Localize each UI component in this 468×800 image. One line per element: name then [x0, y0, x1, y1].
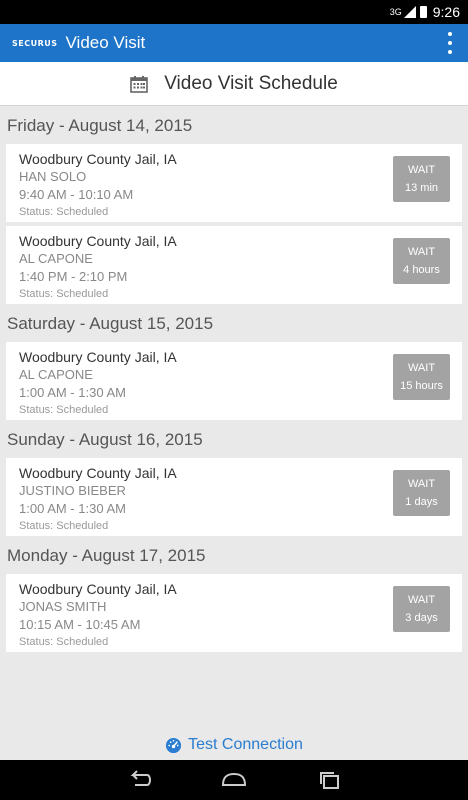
- network-type: 3G: [389, 7, 402, 17]
- visit-status: Status: Scheduled: [19, 288, 109, 300]
- wait-label: WAIT: [407, 478, 436, 490]
- system-nav-bar: [0, 760, 468, 800]
- wait-value: 3 days: [405, 612, 438, 624]
- app-title: Video Visit: [65, 33, 146, 52]
- visit-card[interactable]: Woodbury County Jail, IA JUSTINO BIEBER …: [6, 458, 462, 536]
- wait-label: WAIT: [407, 246, 436, 258]
- wait-value: 4 hours: [403, 264, 440, 276]
- back-icon[interactable]: [123, 769, 153, 791]
- overflow-menu-icon[interactable]: [446, 32, 454, 54]
- wait-value: 1 days: [405, 496, 438, 508]
- wait-label: WAIT: [407, 594, 436, 606]
- visit-card[interactable]: Woodbury County Jail, IA AL CAPONE 1:00 …: [6, 342, 462, 420]
- wait-button[interactable]: WAIT 3 days: [393, 586, 450, 632]
- page-header: Video Visit Schedule: [0, 62, 468, 106]
- wait-button[interactable]: WAIT 15 hours: [393, 354, 450, 400]
- wait-value: 15 hours: [400, 380, 443, 392]
- schedule-list: Friday - August 14, 2015 Woodbury County…: [0, 106, 468, 652]
- day-header: Saturday - August 15, 2015: [7, 314, 214, 333]
- wait-button[interactable]: WAIT 4 hours: [393, 238, 450, 284]
- visit-status: Status: Scheduled: [19, 636, 109, 648]
- day-header: Friday - August 14, 2015: [7, 116, 193, 135]
- wait-label: WAIT: [407, 164, 436, 176]
- battery-icon: [419, 6, 427, 18]
- visit-card[interactable]: Woodbury County Jail, IA JONAS SMITH 10:…: [6, 574, 462, 652]
- test-connection-label: Test Connection: [188, 736, 303, 753]
- visit-card[interactable]: Woodbury County Jail, IA AL CAPONE 1:40 …: [6, 226, 462, 304]
- securus-logo: SECURUS: [12, 38, 58, 48]
- calendar-icon: [130, 75, 149, 93]
- day-header: Monday - August 17, 2015: [7, 546, 206, 565]
- app-bar: SECURUS Video Visit: [0, 24, 468, 62]
- visit-card[interactable]: Woodbury County Jail, IA HAN SOLO 9:40 A…: [6, 144, 462, 222]
- speedometer-icon: [166, 737, 182, 753]
- visit-status: Status: Scheduled: [19, 206, 109, 218]
- recents-icon[interactable]: [315, 769, 345, 791]
- status-bar: 3G 9:26: [0, 0, 468, 24]
- clock: 9:26: [432, 4, 460, 20]
- home-icon[interactable]: [219, 769, 249, 791]
- visit-status: Status: Scheduled: [19, 404, 109, 416]
- wait-button[interactable]: WAIT 13 min: [393, 156, 450, 202]
- wait-value: 13 min: [404, 182, 439, 194]
- test-connection-link[interactable]: Test Connection: [0, 730, 468, 760]
- signal-icon: [403, 6, 416, 18]
- visit-status: Status: Scheduled: [19, 520, 109, 532]
- wait-button[interactable]: WAIT 1 days: [393, 470, 450, 516]
- wait-label: WAIT: [407, 362, 436, 374]
- day-header: Sunday - August 16, 2015: [7, 430, 203, 449]
- page-title: Video Visit Schedule: [164, 72, 338, 94]
